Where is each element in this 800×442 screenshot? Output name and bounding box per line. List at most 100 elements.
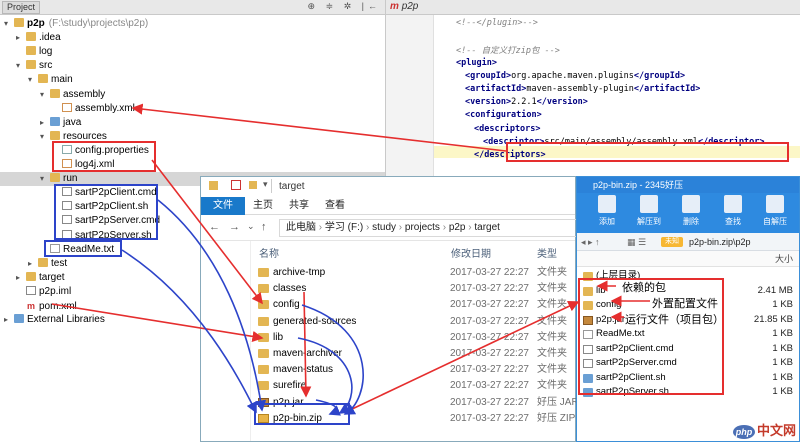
quick-access-dropdown-icon[interactable]: ▾ — [263, 179, 268, 190]
lib-icon — [14, 314, 24, 324]
file-row[interactable]: generated-sources 2017-03-27 22:27 文件夹 — [253, 314, 573, 330]
file-date: 2017-03-27 22:27 — [450, 412, 529, 424]
file-type: 文件夹 — [537, 364, 567, 376]
tree-item-label: src — [39, 60, 53, 72]
editor-tab-bar: m p2p — [386, 0, 800, 15]
tree-item[interactable]: ▾ p2p (F:\study\projects\p2p) — [0, 17, 385, 31]
tree-item[interactable]: ▾ src — [0, 59, 385, 73]
xml-tag: <artifactId> — [465, 84, 527, 94]
tree-item[interactable]: ▾ assembly — [0, 88, 385, 102]
editor-tab-p2p[interactable]: m p2p — [390, 1, 418, 12]
quick-folder-icon[interactable] — [249, 181, 257, 189]
folder-icon — [258, 381, 269, 391]
file-row[interactable]: surefire 2017-03-27 22:27 文件夹 — [253, 378, 573, 394]
file-type: 文件夹 — [537, 267, 567, 278]
column-header-name[interactable]: 名称 — [259, 245, 279, 260]
code-line: <descriptors> — [474, 124, 541, 134]
recent-locations-icon[interactable]: ⌄ — [247, 221, 255, 232]
expanded-arrow-icon[interactable]: ▾ — [40, 130, 50, 144]
zip-toolbar: 添加 解压到 删除 查找 自解压 — [577, 193, 799, 233]
xml-comment: <!-- 自定义打zip包 --> — [456, 46, 560, 57]
breadcrumb-segment[interactable]: target — [474, 222, 500, 233]
zip-tool-button[interactable]: 解压到 — [631, 195, 667, 227]
folder-icon — [50, 88, 60, 98]
folder-icon — [258, 284, 269, 294]
expanded-arrow-icon[interactable]: ▾ — [40, 172, 50, 186]
file-row[interactable]: maven-archiver 2017-03-27 22:27 文件夹 — [253, 346, 573, 362]
project-panel-tab[interactable]: Project — [2, 1, 41, 14]
zip-tool-button[interactable]: 自解压 — [757, 195, 793, 227]
tree-item[interactable]: log — [0, 45, 385, 59]
explorer-navigation-pane — [201, 241, 251, 441]
tree-item[interactable]: ▸ .idea — [0, 31, 385, 45]
file-row[interactable]: config 2017-03-27 22:27 文件夹 — [253, 297, 573, 313]
file-date: 2017-03-27 22:27 — [450, 283, 529, 295]
breadcrumb-segment[interactable]: 学习 (F:) — [325, 222, 363, 233]
ribbon-tab-home[interactable]: 主页 — [253, 197, 273, 215]
file-row[interactable]: archive-tmp 2017-03-27 22:27 文件夹 — [253, 265, 573, 281]
explorer-window-title: target — [279, 181, 305, 192]
breadcrumb-segment[interactable]: 此电脑 — [286, 222, 316, 233]
zip-tool-button[interactable]: 添加 — [589, 195, 625, 227]
collapsed-arrow-icon[interactable]: ▸ — [16, 271, 26, 285]
project-panel-header: Project ⊕ ≑ ✲ |← — [0, 0, 385, 15]
file-type: 文件夹 — [537, 348, 567, 359]
explorer-ribbon: 文件 主页 共享 查看 — [201, 197, 575, 215]
add-icon — [598, 195, 616, 213]
ribbon-tab-share[interactable]: 共享 — [289, 197, 309, 215]
ribbon-tab-view[interactable]: 查看 — [325, 197, 345, 215]
expanded-arrow-icon[interactable]: ▾ — [4, 17, 14, 31]
checkbox-icon[interactable] — [231, 180, 241, 190]
zip-nav-icons[interactable]: ◂ ▸ ↑ — [581, 233, 600, 251]
xml-tag: <groupId> — [465, 70, 512, 81]
zip-tool-label: 自解压 — [763, 217, 787, 226]
expanded-arrow-icon[interactable]: ▾ — [28, 73, 38, 87]
file-type: 好压 JAR — [537, 396, 579, 408]
explorer-titlebar: ▾ target — [201, 177, 575, 197]
tree-item-label: run — [63, 173, 78, 185]
zip-column-size[interactable]: 大小 — [775, 251, 793, 267]
breadcrumb-separator-icon: › — [439, 222, 449, 233]
collapsed-arrow-icon[interactable]: ▸ — [4, 313, 14, 327]
file-row[interactable]: maven-status 2017-03-27 22:27 文件夹 — [253, 362, 573, 378]
zip-item-size: 1 KB — [772, 357, 793, 368]
lib-annotation: 依赖的包 — [622, 282, 666, 294]
expanded-arrow-icon[interactable]: ▾ — [16, 59, 26, 73]
php-logo-icon: php — [732, 425, 755, 439]
forward-arrow-icon[interactable]: → — [229, 221, 240, 233]
panel-toolbar-icons[interactable]: ⊕ ≑ ✲ |← — [308, 1, 381, 12]
zip-tool-button[interactable]: 删除 — [673, 195, 709, 227]
zip-item-size: 2.41 MB — [757, 284, 793, 296]
file-name: lib — [273, 331, 284, 343]
back-arrow-icon[interactable]: ← — [209, 221, 220, 233]
collapsed-arrow-icon[interactable]: ▸ — [28, 257, 38, 271]
column-header-date[interactable]: 修改日期 — [451, 245, 491, 260]
column-header-type[interactable]: 类型 — [537, 245, 557, 260]
breadcrumb-segment[interactable]: p2p — [449, 222, 466, 233]
file-type: 文件夹 — [537, 315, 567, 327]
xml-value: 2.2.1 — [511, 97, 537, 108]
breadcrumb-separator-icon: › — [363, 222, 373, 233]
collapsed-arrow-icon[interactable]: ▸ — [16, 31, 26, 45]
delete-icon — [682, 195, 700, 213]
readme-blue-box — [44, 240, 122, 257]
up-arrow-icon[interactable]: ↑ — [261, 221, 267, 233]
address-breadcrumb[interactable]: 此电脑 › 学习 (F:) › study › projects › p2p ›… — [279, 219, 579, 237]
zip-item-size: 1 KB — [772, 328, 793, 339]
expanded-arrow-icon[interactable]: ▾ — [40, 88, 50, 102]
zip-tool-button[interactable]: 查找 — [715, 195, 751, 227]
file-row[interactable]: lib 2017-03-27 22:27 文件夹 — [253, 330, 573, 346]
zip-view-icons[interactable]: ▦ ☰ — [627, 233, 646, 251]
folder-icon — [258, 316, 269, 326]
tree-item[interactable]: assembly.xml — [0, 102, 385, 116]
code-line: <plugin> — [456, 58, 497, 68]
collapsed-arrow-icon[interactable]: ▸ — [40, 116, 50, 130]
file-date: 2017-03-27 22:27 — [450, 299, 529, 311]
breadcrumb-segment[interactable]: study — [372, 222, 396, 233]
tree-item-label: p2p — [27, 18, 45, 29]
tree-item[interactable]: ▾ main — [0, 73, 385, 87]
file-row[interactable]: classes 2017-03-27 22:27 文件夹 — [253, 281, 573, 297]
breadcrumb-segment[interactable]: projects — [405, 222, 440, 233]
tree-item[interactable]: ▸ java — [0, 116, 385, 130]
ribbon-tab-file[interactable]: 文件 — [201, 197, 245, 215]
